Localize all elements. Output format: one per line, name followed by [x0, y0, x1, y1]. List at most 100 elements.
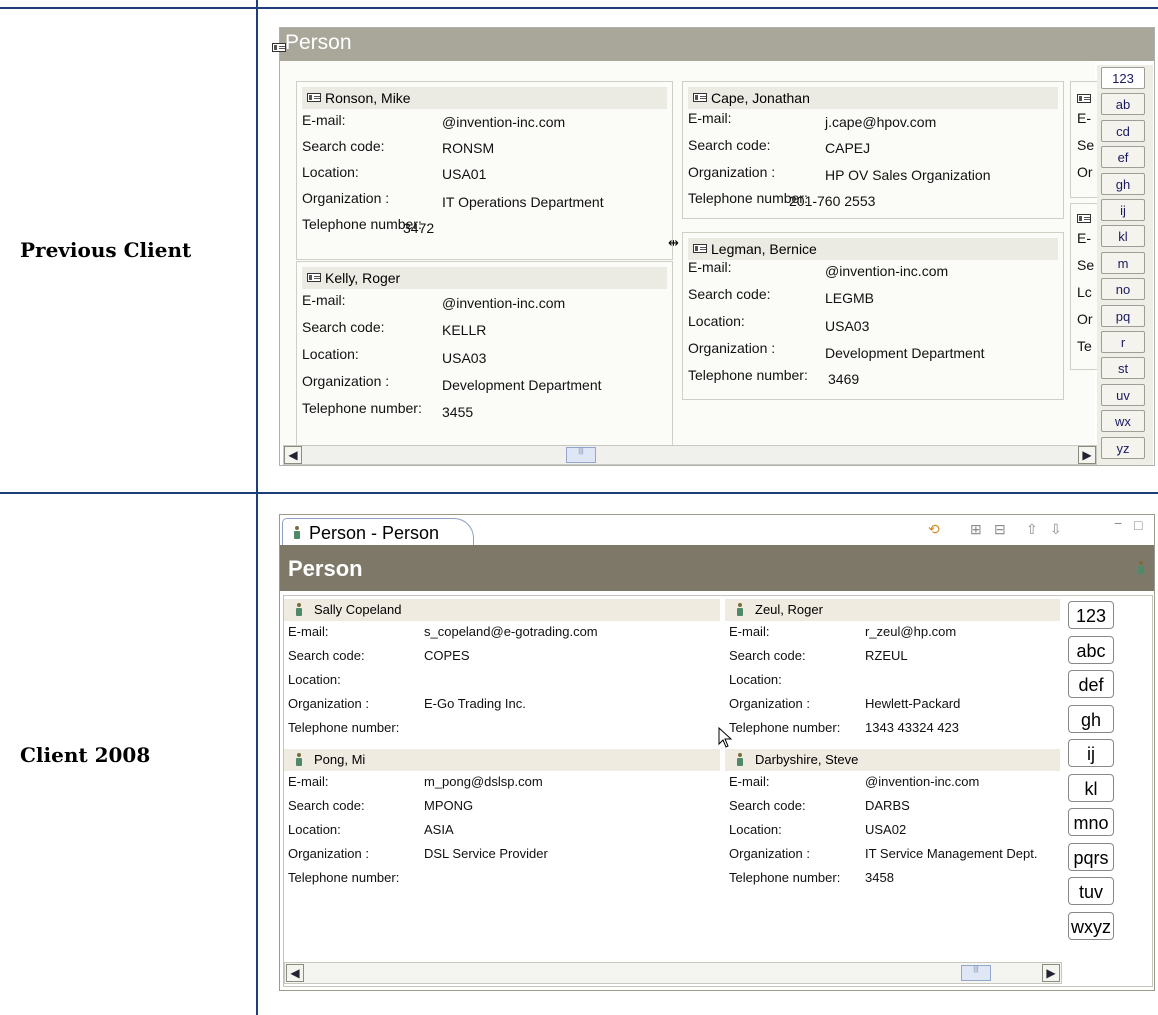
field-label: Telephone number:: [302, 400, 422, 416]
index-button-123[interactable]: 123: [1068, 601, 1114, 629]
sync-icon[interactable]: ⟲: [928, 521, 940, 538]
scroll-thumb[interactable]: |||: [566, 447, 596, 463]
index-button-mno[interactable]: mno: [1068, 808, 1114, 836]
index-button-yz[interactable]: yz: [1101, 436, 1145, 459]
scroll-left-button[interactable]: ◀: [284, 446, 302, 464]
scroll-right-button[interactable]: ▶: [1078, 446, 1096, 464]
index-button-cd[interactable]: cd: [1101, 119, 1145, 142]
person-icon: [737, 753, 743, 766]
horizontal-scrollbar[interactable]: ◀ ||| ▶: [283, 445, 1097, 465]
field-label: Telephone number:: [688, 367, 808, 383]
index-button-pq[interactable]: pq: [1101, 304, 1145, 327]
card-icon: [1077, 94, 1091, 103]
previous-title: Person: [285, 31, 352, 54]
field-value: COPES: [424, 648, 470, 663]
card-icon: [1077, 214, 1091, 223]
field-label-partial: Lc: [1077, 284, 1092, 300]
index-button-kl[interactable]: kl: [1068, 773, 1114, 802]
field-label: Search code:: [688, 286, 771, 302]
person-card[interactable]: Pong, Mi E-mail: m_pong@dslsp.com Search…: [284, 749, 720, 895]
person-card[interactable]: Darbyshire, Steve E-mail: @invention-inc…: [725, 749, 1060, 895]
card-title: Legman, Bernice: [688, 238, 1058, 260]
field-label-partial: Or: [1077, 311, 1093, 327]
index-button-ij[interactable]: ij: [1101, 199, 1145, 221]
person-card[interactable]: Sally Copeland E-mail: s_copeland@e-gotr…: [284, 599, 720, 745]
scroll-left-button[interactable]: ◀: [286, 964, 304, 982]
index-button-kl[interactable]: kl: [1101, 225, 1145, 248]
maximize-icon[interactable]: □: [1134, 517, 1142, 533]
client2008-title: Person: [288, 556, 363, 581]
person-card[interactable]: Cape, Jonathan E-mail: j.cape@hpov.com S…: [682, 81, 1064, 219]
index-button-def[interactable]: def: [1068, 670, 1114, 698]
index-button-123[interactable]: 123: [1101, 67, 1145, 89]
arrow-down-icon[interactable]: ⇩: [1050, 521, 1062, 538]
field-value: Development Department: [825, 345, 985, 361]
field-label: E-mail:: [729, 624, 770, 639]
index-button-st[interactable]: st: [1101, 357, 1145, 380]
index-button-wx[interactable]: wx: [1101, 410, 1145, 433]
index-button-wxyz[interactable]: wxyz: [1068, 911, 1114, 940]
tab-person[interactable]: Person - Person: [282, 518, 474, 546]
field-value: Hewlett-Packard: [865, 696, 961, 711]
index-button-ij[interactable]: ij: [1068, 739, 1114, 767]
person-card[interactable]: Zeul, Roger E-mail: r_zeul@hp.com Search…: [725, 599, 1060, 745]
field-value: MPONG: [424, 798, 474, 813]
field-label: Search code:: [288, 648, 365, 663]
field-value: 3455: [442, 404, 474, 420]
index-button-ef[interactable]: ef: [1101, 146, 1145, 169]
field-value: r_zeul@hp.com: [865, 624, 957, 639]
field-value: USA03: [825, 318, 870, 334]
expand-all-icon[interactable]: ⊞: [970, 521, 982, 538]
card-icon: [693, 244, 707, 253]
index-button-gh[interactable]: gh: [1068, 704, 1114, 733]
row-label-client2008: Client 2008: [20, 743, 151, 767]
card-icon: [307, 93, 321, 102]
scroll-thumb[interactable]: |||: [961, 965, 991, 981]
field-label: Location:: [288, 822, 341, 837]
person-icon: [1138, 561, 1144, 574]
field-value: @invention-inc.com: [442, 295, 566, 311]
index-button-m[interactable]: m: [1101, 251, 1145, 274]
field-value: E-Go Trading Inc.: [424, 696, 526, 711]
field-value: RZEUL: [865, 648, 908, 663]
card-title: Darbyshire, Steve: [725, 749, 1060, 771]
field-label-partial: Or: [1077, 164, 1093, 180]
field-value: 3458: [865, 870, 894, 885]
person-card[interactable]: Ronson, Mike E-mail: @invention-inc.com …: [296, 81, 673, 260]
field-value: USA01: [442, 166, 487, 182]
field-label-partial: Te: [1077, 338, 1092, 354]
index-button-ab[interactable]: ab: [1101, 93, 1145, 116]
field-value: CAPEJ: [825, 140, 871, 156]
collapse-all-icon[interactable]: ⊟: [994, 521, 1006, 538]
index-button-gh[interactable]: gh: [1101, 172, 1145, 195]
field-label: Search code:: [302, 319, 385, 335]
field-value: j.cape@hpov.com: [825, 114, 937, 130]
field-label: Location:: [729, 822, 782, 837]
field-label: Location:: [288, 672, 341, 687]
field-value: 201-760 2553: [789, 193, 876, 209]
person-card[interactable]: Kelly, Roger E-mail: @invention-inc.com …: [296, 261, 673, 456]
field-label: Search code:: [729, 798, 806, 813]
field-label: E-mail:: [688, 110, 732, 126]
field-label: E-mail:: [688, 259, 732, 275]
arrow-up-icon[interactable]: ⇧: [1026, 521, 1038, 538]
person-card[interactable]: Legman, Bernice E-mail: @invention-inc.c…: [682, 232, 1064, 400]
previous-card-area: Ronson, Mike E-mail: @invention-inc.com …: [280, 61, 1101, 456]
index-button-pqrs[interactable]: pqrs: [1068, 842, 1114, 871]
index-button-abc[interactable]: abc: [1068, 635, 1114, 664]
field-label: Organization :: [688, 164, 776, 180]
tab-bar: Person - Person ⟲ ⊞ ⊟ ⇧ ⇩ − □: [280, 515, 1154, 546]
minimize-icon[interactable]: −: [1114, 515, 1122, 531]
client2008-card-area: Sally Copeland E-mail: s_copeland@e-gotr…: [283, 595, 1153, 987]
field-label: Organization :: [302, 373, 390, 389]
card-title: Zeul, Roger: [725, 599, 1060, 621]
index-button-tuv[interactable]: tuv: [1068, 877, 1114, 905]
horizontal-scrollbar[interactable]: ◀ ||| ▶: [284, 962, 1062, 984]
index-button-uv[interactable]: uv: [1101, 383, 1145, 406]
field-label-partial: E-: [1077, 230, 1091, 246]
previous-header: Person: [272, 28, 1154, 61]
index-button-r[interactable]: r: [1101, 331, 1145, 353]
scroll-right-button[interactable]: ▶: [1042, 964, 1060, 982]
card-icon[interactable]: [272, 43, 286, 52]
index-button-no[interactable]: no: [1101, 278, 1145, 301]
